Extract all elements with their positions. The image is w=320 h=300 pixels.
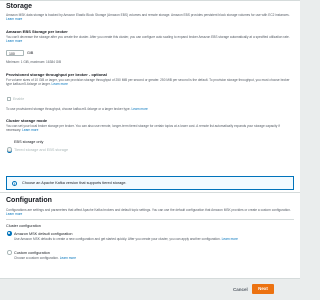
- storage-title: Storage: [6, 3, 33, 10]
- default-config-radio[interactable]: [7, 231, 12, 236]
- configuration-title: Configuration: [6, 197, 52, 204]
- default-config-learn-more-link[interactable]: Learn more: [222, 237, 238, 241]
- next-button[interactable]: Next: [252, 284, 274, 294]
- throughput-note-link[interactable]: Learn more: [131, 107, 147, 111]
- configuration-desc: Configurations are settings and paramete…: [6, 208, 291, 217]
- cancel-button[interactable]: Cancel: [233, 287, 248, 292]
- storage-learn-more-link[interactable]: Learn more: [6, 17, 22, 21]
- storage-mode-title: Cluster storage mode: [6, 118, 48, 123]
- custom-config-radio[interactable]: [7, 250, 12, 255]
- ebs-learn-more-link[interactable]: Learn more: [6, 39, 22, 43]
- storage-mode-desc: You can set your local broker storage pe…: [6, 124, 280, 133]
- configuration-divider: [6, 219, 294, 220]
- ebs-constraint: Minimum: 1 GiB, maximum: 16384 GiB: [6, 60, 62, 64]
- storage-intro: Amazon MSK data storage is backed by Ama…: [6, 13, 290, 22]
- throughput-note: To use provisioned storage throughput, c…: [6, 107, 148, 111]
- info-message: Choose an Apache Kafka version that supp…: [22, 181, 127, 185]
- configuration-panel: Configuration Configurations are setting…: [0, 192, 300, 279]
- throughput-desc: For volume sizes of 10 GiB or larger, yo…: [6, 78, 290, 87]
- info-icon: i: [12, 180, 17, 186]
- ebs-unit-label: GiB: [27, 51, 34, 55]
- default-config-label: Amazon MSK default configuration: [14, 231, 73, 236]
- ebs-only-label: EBS storage only: [14, 139, 44, 144]
- throughput-enable-label: Enable: [13, 97, 25, 101]
- ebs-storage-desc: You can't decrease the storage after you…: [6, 35, 290, 44]
- tiered-storage-info-alert: i Choose an Apache Kafka version that su…: [6, 176, 294, 190]
- storage-mode-learn-more-link[interactable]: Learn more: [22, 128, 38, 132]
- throughput-title: Provisioned storage throughput per broke…: [6, 72, 107, 77]
- cluster-config-group-label: Cluster configuration: [6, 224, 41, 228]
- custom-config-label: Custom configuration: [14, 250, 50, 255]
- default-config-desc: Use Amazon MSK defaults to create a new …: [14, 237, 238, 241]
- throughput-learn-more-link[interactable]: Learn more: [52, 82, 68, 86]
- throughput-enable-checkbox[interactable]: [7, 97, 11, 101]
- custom-config-learn-more-link[interactable]: Learn more: [60, 256, 76, 260]
- tiered-storage-radio[interactable]: [7, 147, 12, 152]
- tiered-storage-label: Tiered storage and EBS storage: [14, 147, 69, 152]
- configuration-learn-more-link[interactable]: Learn more: [6, 212, 22, 216]
- custom-config-desc: Choose a custom configuration. Learn mor…: [14, 255, 77, 260]
- ebs-storage-input[interactable]: 100: [6, 50, 24, 56]
- ebs-storage-title: Amazon EBS Storage per broker: [6, 29, 68, 34]
